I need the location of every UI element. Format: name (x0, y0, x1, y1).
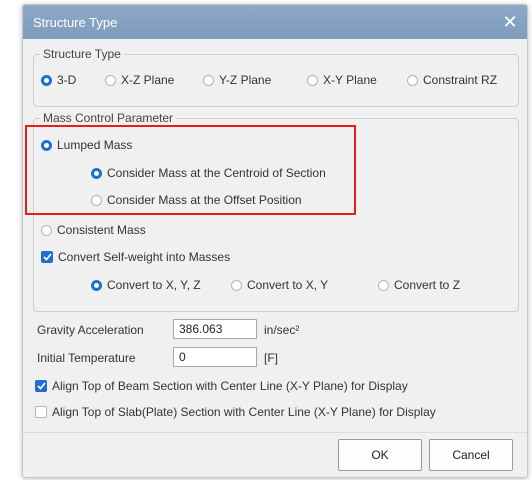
align-slab-label: Align Top of Slab(Plate) Section with Ce… (52, 405, 436, 419)
radio-yz-label: Y-Z Plane (219, 73, 272, 87)
dialog-title: Structure Type (33, 15, 118, 30)
radio-dot-rz (407, 74, 418, 86)
consistent-mass-label: Consistent Mass (57, 223, 146, 237)
radio-3d[interactable]: 3-D (41, 73, 76, 87)
radio-convert-xyz[interactable]: Convert to X, Y, Z (91, 278, 201, 292)
gravity-unit: in/sec² (264, 323, 300, 337)
offset-label: Consider Mass at the Offset Position (107, 193, 302, 207)
structure-type-dialog: Structure Type ✕ Structure Type 3-D X-Z … (22, 4, 528, 478)
convert-xyz-label: Convert to X, Y, Z (107, 278, 201, 292)
convert-z-label: Convert to Z (394, 278, 461, 292)
gravity-input[interactable]: 386.063 (173, 319, 257, 339)
radio-yz-plane[interactable]: Y-Z Plane (203, 73, 271, 87)
radio-xz-label: X-Z Plane (121, 73, 175, 87)
centroid-label: Consider Mass at the Centroid of Section (107, 166, 326, 180)
footer-separator (23, 432, 527, 433)
convert-selfweight-checkbox[interactable]: Convert Self-weight into Masses (41, 250, 230, 264)
radio-consistent-mass[interactable]: Consistent Mass (41, 223, 146, 237)
title-bar: Structure Type ✕ (23, 5, 527, 39)
ok-button[interactable]: OK (338, 439, 422, 471)
temperature-unit: [F] (264, 351, 278, 365)
radio-3d-label: 3-D (57, 73, 77, 87)
radio-rz-label: Constraint RZ (423, 73, 498, 87)
gravity-label: Gravity Acceleration (37, 323, 144, 337)
radio-dot-offset (91, 194, 102, 206)
temperature-input[interactable]: 0 (173, 347, 257, 367)
radio-convert-xy[interactable]: Convert to X, Y (231, 278, 328, 292)
radio-dot-3d (41, 74, 52, 86)
convert-selfweight-check-icon (41, 251, 53, 263)
mass-control-legend: Mass Control Parameter (43, 111, 174, 125)
align-beam-check-icon (35, 380, 47, 392)
radio-dot-conv-z (378, 279, 389, 291)
align-slab-check-icon (35, 406, 47, 418)
radio-offset[interactable]: Consider Mass at the Offset Position (91, 193, 302, 207)
radio-dot-xy (307, 74, 318, 86)
radio-xz-plane[interactable]: X-Z Plane (105, 73, 174, 87)
radio-dot-xz (105, 74, 116, 86)
align-beam-checkbox[interactable]: Align Top of Beam Section with Center Li… (35, 379, 408, 393)
align-slab-checkbox[interactable]: Align Top of Slab(Plate) Section with Ce… (35, 405, 436, 419)
cancel-button[interactable]: Cancel (429, 439, 513, 471)
radio-dot-yz (203, 74, 214, 86)
radio-xy-plane[interactable]: X-Y Plane (307, 73, 377, 87)
temperature-label: Initial Temperature (37, 351, 136, 365)
lumped-mass-label: Lumped Mass (57, 138, 133, 152)
convert-selfweight-label: Convert Self-weight into Masses (58, 250, 231, 264)
align-beam-label: Align Top of Beam Section with Center Li… (52, 379, 408, 393)
radio-constraint-rz[interactable]: Constraint RZ (407, 73, 497, 87)
radio-dot-xyz (91, 279, 102, 291)
convert-xy-label: Convert to X, Y (247, 278, 329, 292)
radio-convert-z[interactable]: Convert to Z (378, 278, 460, 292)
radio-centroid[interactable]: Consider Mass at the Centroid of Section (91, 166, 326, 180)
radio-dot-lumped (41, 139, 52, 151)
close-icon[interactable]: ✕ (499, 11, 521, 33)
radio-dot-conv-xy (231, 279, 242, 291)
structure-type-legend: Structure Type (43, 47, 121, 61)
radio-lumped-mass[interactable]: Lumped Mass (41, 138, 132, 152)
radio-dot-consistent (41, 224, 52, 236)
radio-dot-centroid (91, 167, 102, 179)
radio-xy-label: X-Y Plane (323, 73, 377, 87)
